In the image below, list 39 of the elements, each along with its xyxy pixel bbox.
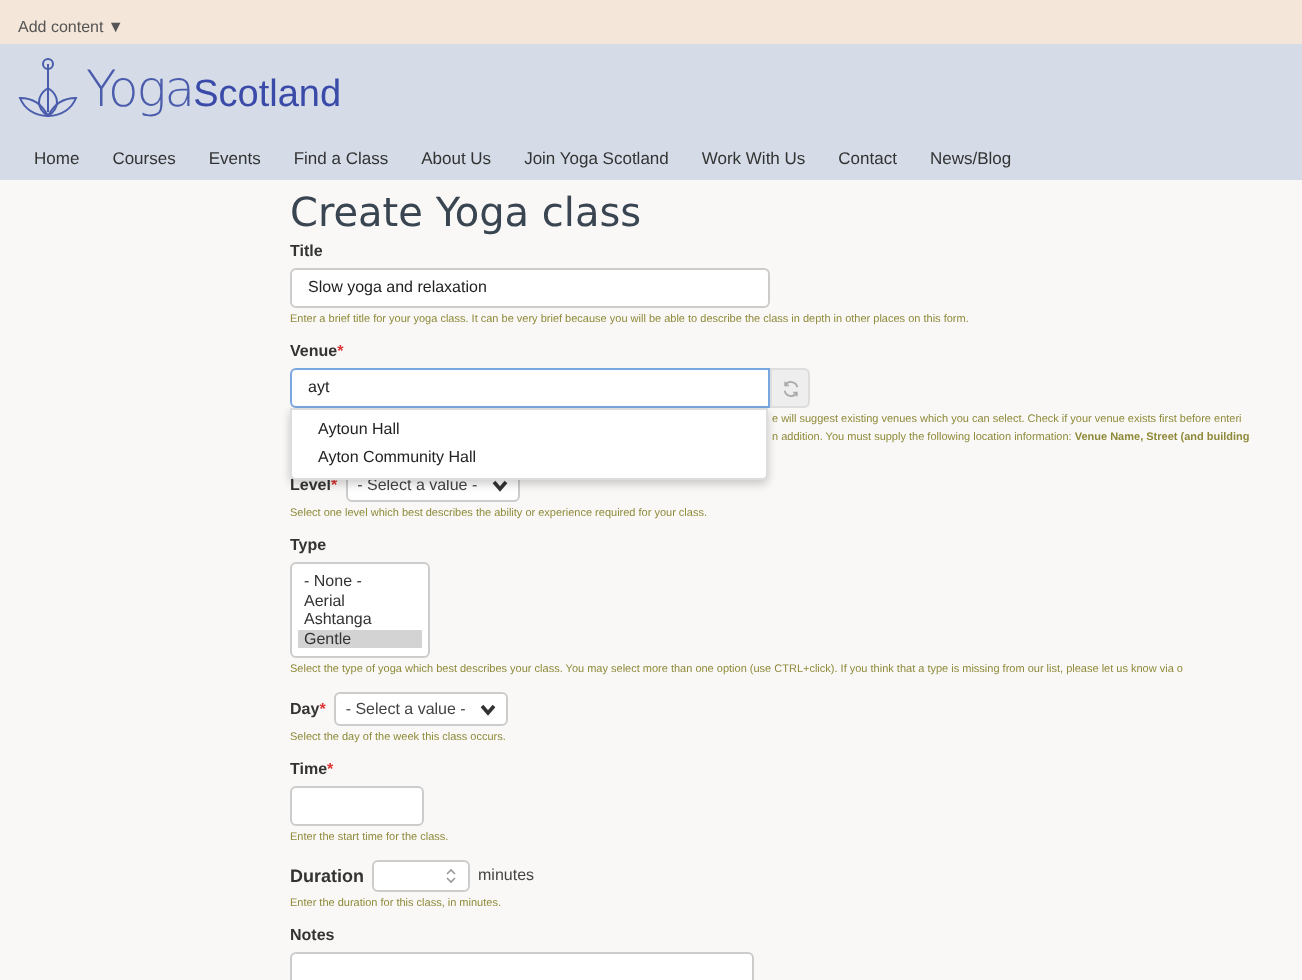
nav-link[interactable]: Contact: [838, 145, 897, 171]
nav-link[interactable]: Join Yoga Scotland: [524, 145, 669, 171]
nav-link[interactable]: Find a Class: [293, 145, 389, 171]
nav-link[interactable]: Events: [208, 145, 261, 171]
chevron-icon: [479, 703, 496, 715]
refresh-button[interactable]: [770, 368, 810, 408]
nav-link[interactable]: About Us: [421, 145, 492, 171]
refresh-icon: [781, 379, 799, 397]
page-title: Create Yoga class: [290, 188, 644, 236]
text-field[interactable]: [290, 786, 424, 826]
venue-field[interactable]: ayt: [290, 368, 770, 408]
suggestion-item[interactable]: Aytoun Hall: [292, 416, 766, 444]
field-label: Duration: [290, 866, 364, 886]
type-listbox[interactable]: - None - Aerial Ashtanga Gentle: [290, 562, 430, 658]
listbox-option[interactable]: Gentle: [298, 629, 422, 648]
logo-text: Scotland: [193, 72, 342, 121]
nav-link[interactable]: Home: [34, 145, 80, 171]
chevron-icon: [491, 479, 508, 491]
field-label: Notes: [290, 926, 337, 946]
spinner-icon: [446, 868, 456, 884]
notes-field[interactable]: [290, 952, 754, 980]
nav-link[interactable]: Work With Us: [701, 145, 806, 171]
field-label: Time*: [290, 760, 336, 780]
listbox-option[interactable]: - None -: [298, 572, 422, 591]
select-dropdown[interactable]: - Select a value -: [333, 692, 508, 726]
field-label: Day*: [290, 699, 326, 719]
listbox-option[interactable]: Aerial: [298, 591, 422, 610]
nav-link[interactable]: News/Blog: [929, 145, 1012, 171]
text-field[interactable]: Slow yoga and relaxation: [290, 268, 770, 308]
add-content-menu[interactable]: Add content ▼: [18, 18, 124, 44]
listbox-option[interactable]: Ashtanga: [298, 610, 422, 629]
field-label: Type: [290, 536, 329, 556]
number-field[interactable]: [372, 860, 470, 892]
nav-link[interactable]: Courses: [112, 145, 176, 171]
field-label: Title: [290, 242, 325, 262]
logo-text: Yoga: [86, 58, 194, 123]
suggestion-item[interactable]: Ayton Community Hall: [292, 444, 766, 472]
field-label: Venue*: [290, 342, 346, 362]
unit-label: minutes: [478, 864, 535, 888]
